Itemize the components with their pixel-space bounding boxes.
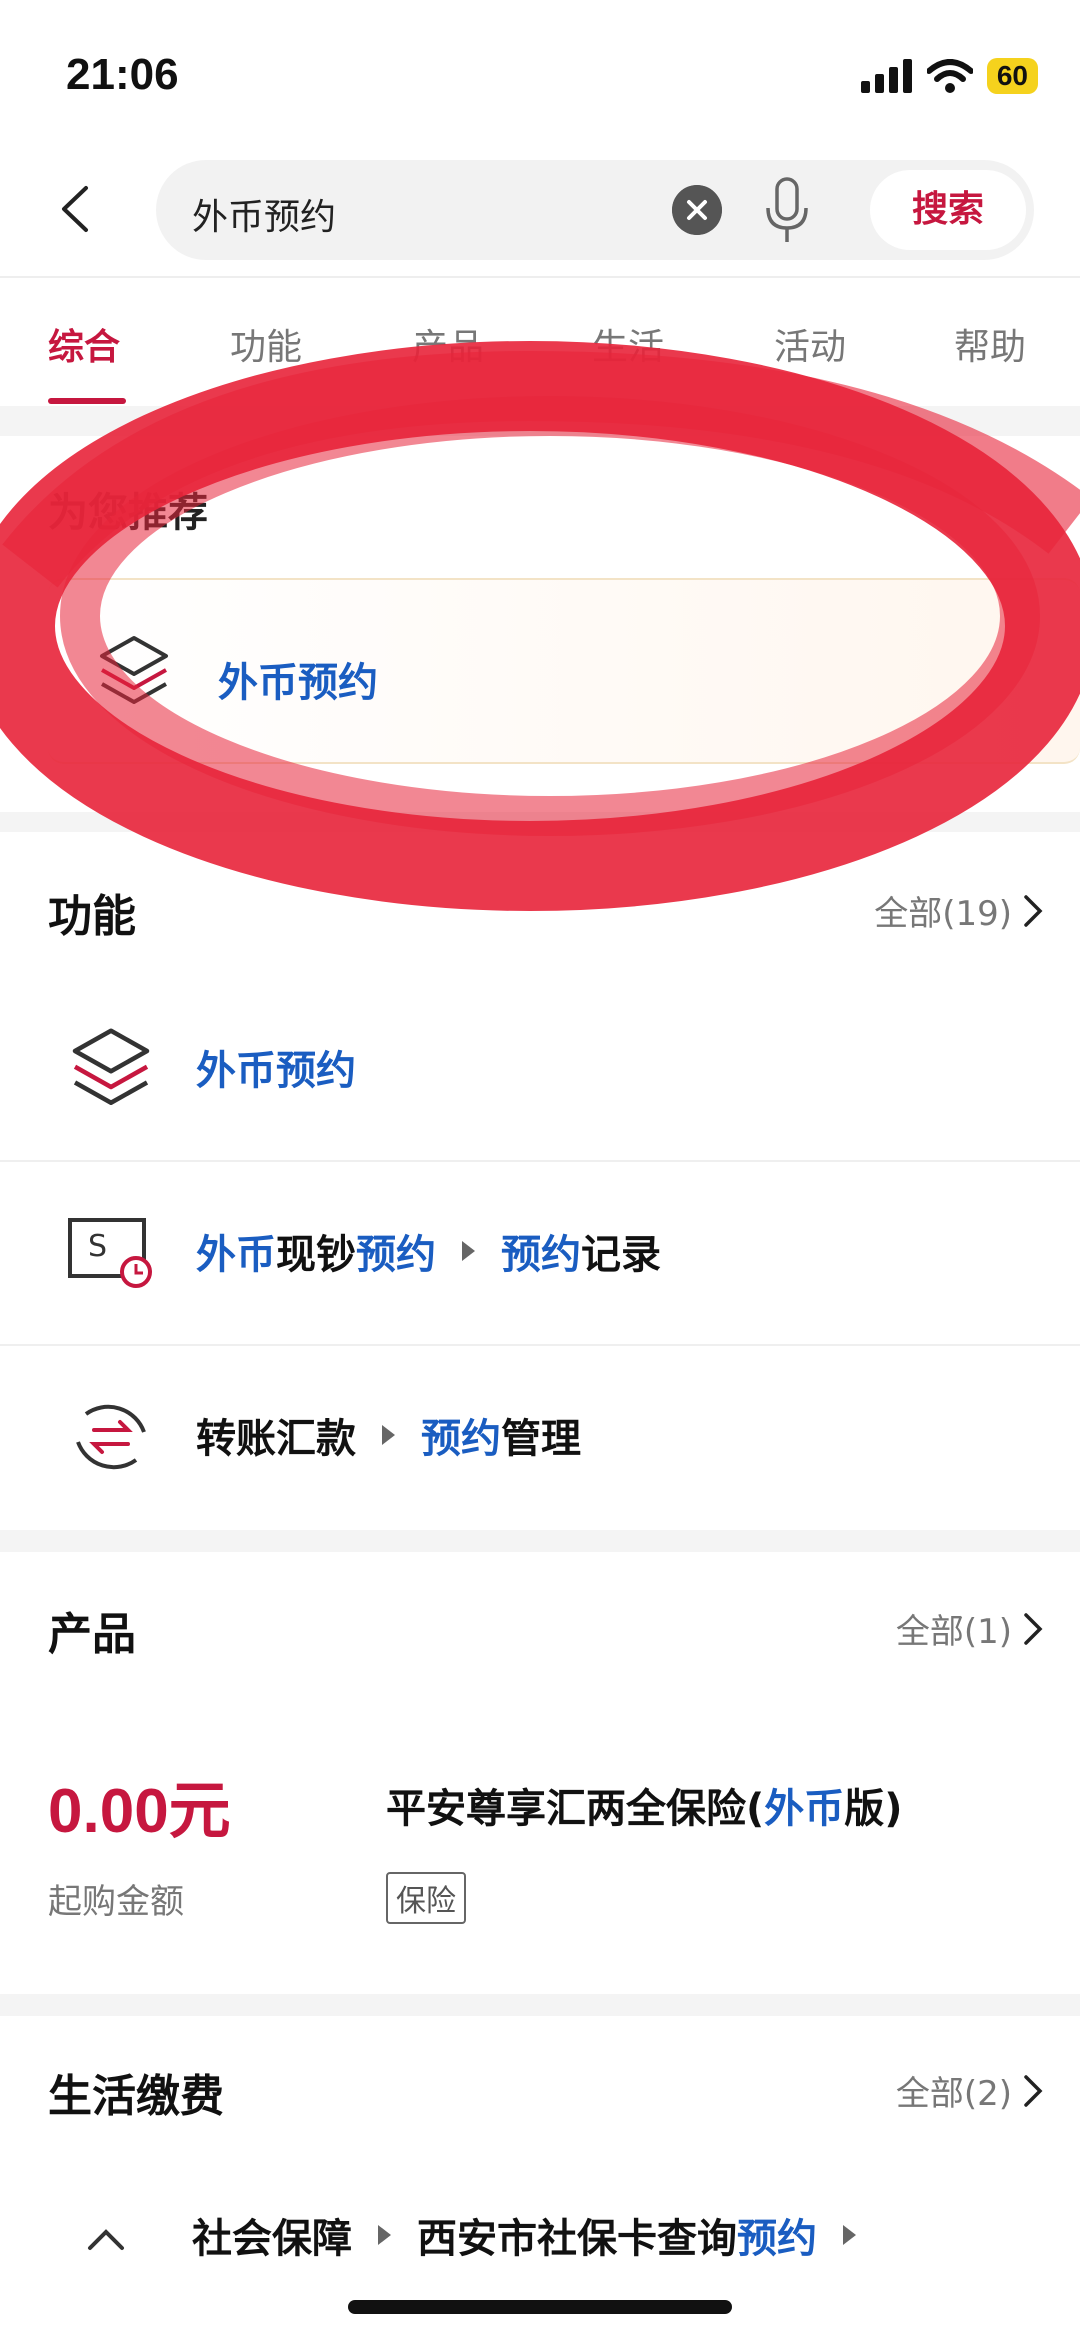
life-item-label: 社会保障 西安市社保卡查询 预约 [192,2206,882,2264]
life-more-label: 全部(2) [895,2074,1012,2114]
functions-title: 功能 [48,891,136,942]
section-separator [0,812,1080,832]
product-price-label: 起购金额 [48,1882,184,1922]
tab-help[interactable]: 帮助 [954,318,1026,370]
tab-overview[interactable]: 综合 [48,318,120,370]
product-price: 0.00元 [48,1777,231,1846]
section-separator [0,1530,1080,1552]
caret-right-icon [462,1241,475,1261]
life-more-link[interactable]: 全部(2) [896,2066,1044,2115]
status-icons: 60 [860,58,1038,94]
function-row[interactable]: 外币预约 [0,978,1080,1162]
section-separator [0,1994,1080,2016]
products-more-label: 全部(1) [895,1612,1012,1652]
function-label: 外币 现钞 预约 预约 记录 [196,1232,661,1278]
chevron-right-icon [1024,894,1043,927]
search-button[interactable]: 搜索 [870,170,1026,250]
cash-clock-icon: S [68,1218,152,1288]
layers-icon [100,636,168,704]
products-title: 产品 [48,1609,136,1660]
caret-right-icon [382,1425,395,1445]
search-query: 外币预约 [192,197,337,238]
function-label: 外币预约 [196,1048,356,1094]
recommend-title: 为您推荐 [48,490,208,536]
product-tag: 保险 [386,1872,466,1924]
tab-functions[interactable]: 功能 [230,318,302,370]
tab-products[interactable]: 产品 [412,318,484,370]
function-label: 转账汇款 预约 管理 [196,1416,581,1462]
life-row[interactable]: 社会保障 西安市社保卡查询 预约 [0,2196,1080,2276]
tab-active-indicator [48,398,126,404]
chevron-right-icon [1024,2074,1043,2107]
tab-activities[interactable]: 活动 [774,318,846,370]
home-indicator [348,2300,732,2314]
function-row[interactable]: S 外币 现钞 预约 预约 记录 [0,1162,1080,1346]
functions-more-label: 全部(19) [874,894,1012,934]
status-bar: 21:06 60 [0,0,1080,150]
transfer-icon [76,1404,146,1470]
battery-icon: 60 [986,58,1038,94]
back-icon[interactable] [50,182,104,236]
recommend-card[interactable]: 外币预约 [48,578,1080,764]
signal-icon [860,59,912,93]
life-title: 生活缴费 [48,2071,224,2122]
wifi-icon [926,59,973,93]
status-time: 21:06 [66,50,179,99]
products-more-link[interactable]: 全部(1) [896,1604,1044,1653]
functions-more-link[interactable]: 全部(19) [874,886,1044,935]
caret-right-icon [843,2225,856,2245]
section-separator [0,406,1080,436]
microphone-icon[interactable] [762,176,812,246]
header-divider [0,276,1080,278]
tab-bar: 综合 功能 产品 生活 活动 帮助 [0,318,1080,408]
svg-text:S: S [88,1229,107,1264]
layers-icon [72,1028,150,1105]
function-row[interactable]: 转账汇款 预约 管理 [0,1346,1080,1530]
chevron-up-icon [88,2229,124,2250]
recommend-item-label: 外币预约 [218,660,378,706]
search-input[interactable]: 外币预约 搜索 [156,160,1034,260]
chevron-right-icon [1024,1612,1043,1645]
tab-life[interactable]: 生活 [592,318,664,370]
caret-right-icon [378,2225,391,2245]
product-name[interactable]: 平安尊享汇两全保险(外币版) [386,1776,903,1834]
clear-icon[interactable] [672,185,722,235]
search-row: 外币预约 搜索 [0,160,1080,260]
